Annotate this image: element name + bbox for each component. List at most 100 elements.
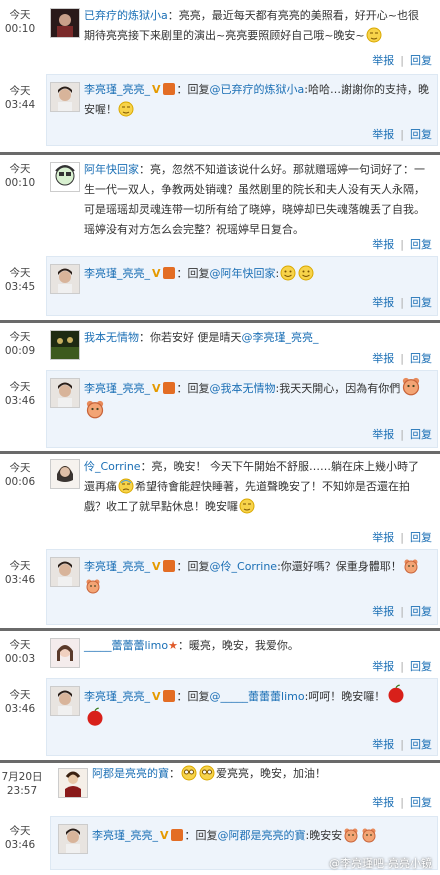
report-link[interactable]: 举报 [372,296,394,309]
thread-separator [0,320,440,323]
medal-icon [162,560,175,572]
report-link[interactable]: 举报 [372,54,394,67]
medal-icon [162,267,175,279]
thread-separator [0,152,440,155]
reply-actions: 举报 | 回复 [372,605,432,618]
reply-link[interactable]: 回复 [410,428,432,441]
avatar[interactable] [50,264,80,294]
avatar[interactable] [50,8,80,38]
wide-eyes-emoticon-icon [181,765,197,781]
avatar[interactable] [58,824,88,854]
comment-thread: 今天 00:09 我本无情物：你若安好 便是晴天@李亮瑾_亮亮_ 举报 | 回复 今… [0,324,440,450]
avatar[interactable] [50,330,80,360]
mention-link[interactable]: @我本无情物 [210,382,276,395]
report-link[interactable]: 举报 [372,128,394,141]
mention-link[interactable]: @已弃疗的炼狱小a [210,83,305,96]
avatar[interactable] [50,162,80,192]
thread-separator [0,760,440,763]
reply-text: 李亮瑾_亮亮_ V ：回复@阿年快回家: [84,264,429,284]
report-link[interactable]: 举报 [372,238,394,251]
report-link[interactable]: 举报 [372,605,394,618]
wide-eyes-emoticon-icon [199,765,215,781]
avatar[interactable] [50,638,80,668]
verified-v-icon: V [152,560,161,573]
reply-username[interactable]: 李亮瑾_亮亮_ [92,829,158,842]
mention-link[interactable]: @李亮瑾_亮亮_ [242,331,319,344]
comment-text: _____蕾蕾蕾limo★：暖亮，晚安，我爱你。 [84,639,299,652]
reply-time: 今天 03:45 [4,267,36,293]
verified-v-icon: V [152,690,161,703]
avatar[interactable] [50,459,80,489]
comment-time: 今天 00:10 [4,9,36,35]
reply-link[interactable]: 回复 [410,296,432,309]
star-badge-icon: ★ [168,639,178,652]
comment-actions: 举报 | 回复 [372,238,432,251]
medal-icon [162,83,175,95]
comment-thread: 今天 00:06 伶_Corrine：亮，晚安！ 今天下午開始不舒服……躺在床上… [0,455,440,625]
comment-thread: 今天 00:03 _____蕾蕾蕾limo★：暖亮，晚安，我爱你。 举报 | 回复 … [0,632,440,758]
report-link[interactable]: 举报 [372,738,394,751]
reply-username[interactable]: 李亮瑾_亮亮_ [84,560,150,573]
comment-username[interactable]: 伶_Corrine [84,460,141,473]
crying-emoticon-icon [118,478,134,494]
reply-text: 李亮瑾_亮亮_ V ：回复@_____蕾蕾蕾limo:呵呵！晚安囉！ [84,684,429,730]
comment-username[interactable]: 阿年快回家 [84,163,139,176]
comment-text: 伶_Corrine：亮，晚安！ 今天下午開始不舒服……躺在床上幾小時了還再痛 希望… [84,460,420,514]
reply-link[interactable]: 回复 [410,660,432,673]
report-link[interactable]: 举报 [372,796,394,809]
reply-actions: 举报 | 回复 [372,738,432,751]
comment-actions: 举报 | 回复 [372,54,432,67]
reply-username[interactable]: 李亮瑾_亮亮_ [84,382,150,395]
medal-icon [162,690,175,702]
comment-text: 已弃疗的炼狱小a：亮亮，最近每天都有亮亮的美照看，好开心~也很期待亮亮接下来剧里… [84,9,419,43]
comment-text: 阿年快回家：亮，忽然不知道该说什么好。那就赠瑶婷一句词好了：一生一代一双人，争教… [84,163,425,236]
reply-time: 今天 03:46 [4,825,36,851]
smile-emoticon-icon [280,265,296,281]
verified-v-icon: V [152,382,161,395]
comment-actions: 举报 | 回复 [372,531,432,544]
avatar[interactable] [58,768,88,798]
reply-link[interactable]: 回复 [410,738,432,751]
mention-link[interactable]: @阿郡是亮亮的寶 [218,829,306,842]
red-apple-emoticon-icon [85,707,105,727]
mention-link[interactable]: @阿年快回家 [210,267,276,280]
reply-link[interactable]: 回复 [410,531,432,544]
report-link[interactable]: 举报 [372,660,394,673]
sweat-smile-emoticon-icon [366,27,382,43]
reply-link[interactable]: 回复 [410,128,432,141]
comment-username[interactable]: 已弃疗的炼狱小a [84,9,168,22]
reply-link[interactable]: 回复 [410,796,432,809]
mention-link[interactable]: @伶_Corrine [210,560,278,573]
reply-link[interactable]: 回复 [410,352,432,365]
reply-link[interactable]: 回复 [410,238,432,251]
sweat-smile-emoticon-icon [239,498,255,514]
avatar[interactable] [50,82,80,112]
reply-link[interactable]: 回复 [410,605,432,618]
reply-actions: 举报 | 回复 [372,296,432,309]
thread-separator [0,451,440,454]
comment-thread: 今天 00:10 已弃疗的炼狱小a：亮亮，最近每天都有亮亮的美照看，好开心~也很… [0,0,440,150]
report-link[interactable]: 举报 [372,531,394,544]
reply-link[interactable]: 回复 [410,54,432,67]
verified-v-icon: V [152,267,161,280]
mention-link[interactable]: @_____蕾蕾蕾limo [210,690,305,703]
reply-username[interactable]: 李亮瑾_亮亮_ [84,267,150,280]
bear-emoticon-icon [401,376,421,396]
report-link[interactable]: 举报 [372,352,394,365]
comment-username[interactable]: _____蕾蕾蕾limo [84,639,168,652]
reply-username[interactable]: 李亮瑾_亮亮_ [84,690,150,703]
reply-text: 李亮瑾_亮亮_ V ：回复@伶_Corrine:你還好嗎？保重身體耶！ [84,557,429,597]
reply-text: 李亮瑾_亮亮_ V ：回复@阿郡是亮亮的寶:晚安安 [92,826,437,846]
avatar[interactable] [50,686,80,716]
comment-text: 阿郡是亮亮的寶： 爱亮亮，晚安，加油！ [92,765,326,781]
comment-text: 我本无情物：你若安好 便是晴天@李亮瑾_亮亮_ [84,331,319,344]
verified-v-icon: V [152,83,161,96]
comment-username[interactable]: 我本无情物 [84,331,139,344]
report-link[interactable]: 举报 [372,428,394,441]
avatar[interactable] [50,557,80,587]
comment-time: 7月20日 23:57 [1,771,43,797]
comment-username[interactable]: 阿郡是亮亮的寶 [92,767,169,780]
smile-emoticon-icon [298,265,314,281]
reply-username[interactable]: 李亮瑾_亮亮_ [84,83,150,96]
avatar[interactable] [50,378,80,408]
